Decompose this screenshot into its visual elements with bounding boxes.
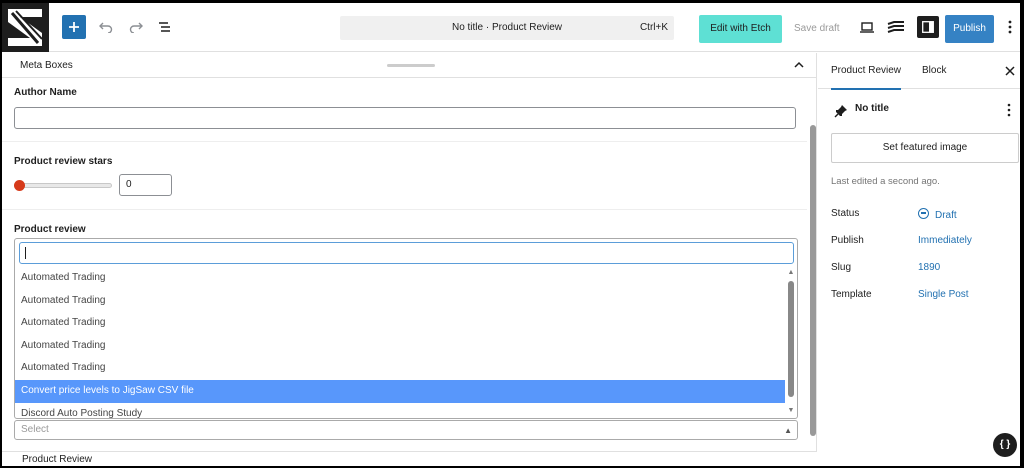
more-vertical-icon: [1008, 20, 1012, 34]
redo-button[interactable]: [126, 17, 146, 37]
author-name-label: Author Name: [14, 87, 77, 98]
close-icon[interactable]: [1004, 65, 1016, 77]
dropdown-search-input[interactable]: [19, 242, 794, 264]
post-title: No title: [855, 103, 889, 114]
undo-button[interactable]: [96, 17, 116, 37]
product-review-select[interactable]: Select ▲: [14, 420, 798, 440]
dropdown-option[interactable]: Discord Auto Posting Study: [15, 403, 785, 418]
select-placeholder: Select: [21, 424, 49, 435]
dropdown-option-highlighted[interactable]: Convert price levels to JigSaw CSV file: [15, 379, 785, 403]
breadcrumb-label[interactable]: Product Review: [22, 452, 92, 466]
status-label: Status: [831, 208, 860, 219]
draft-status-icon: [918, 208, 929, 219]
etch-plugin-button[interactable]: [886, 17, 906, 37]
resize-handle[interactable]: [387, 64, 435, 67]
bottom-breadcrumb-bar: Product Review: [2, 451, 817, 466]
stars-label: Product review stars: [14, 156, 113, 167]
text-caret: [25, 247, 26, 259]
editor-window: No title · Product Review Ctrl+K Edit wi…: [2, 3, 1020, 466]
code-editor-button[interactable]: { }: [993, 433, 1017, 457]
settings-sidebar-toggle[interactable]: [917, 16, 939, 38]
list-view-icon: [159, 22, 170, 32]
chevron-up-icon[interactable]: [792, 58, 806, 72]
document-overview-button[interactable]: [155, 17, 175, 37]
divider: [2, 141, 807, 142]
product-review-dropdown: Automated Trading Automated Trading Auto…: [14, 238, 798, 419]
options-menu-button[interactable]: [1004, 17, 1016, 37]
more-vertical-icon[interactable]: [1004, 102, 1014, 118]
dropdown-option[interactable]: Automated Trading: [15, 312, 785, 335]
site-logo-icon[interactable]: [2, 3, 49, 52]
tab-product-review[interactable]: Product Review: [831, 53, 902, 90]
template-value[interactable]: Single Post: [918, 289, 969, 300]
publish-button[interactable]: Publish: [945, 15, 994, 43]
add-block-button[interactable]: [62, 15, 86, 39]
main-scrollbar[interactable]: [810, 125, 816, 436]
editor-toolbar: No title · Product Review Ctrl+K Edit wi…: [2, 3, 1020, 52]
redo-icon: [129, 22, 143, 33]
chevron-up-down-icon: ▲: [784, 426, 792, 435]
dropdown-option[interactable]: Automated Trading: [15, 335, 785, 358]
meta-boxes-title: Meta Boxes: [20, 60, 73, 71]
product-review-label: Product review: [14, 224, 86, 235]
etch-logo-icon: [887, 21, 904, 33]
dropdown-options: Automated Trading Automated Trading Auto…: [15, 267, 785, 418]
dropdown-scrollbar[interactable]: [788, 281, 794, 397]
tab-block[interactable]: Block: [922, 53, 946, 89]
divider: [2, 209, 807, 210]
stars-number-input[interactable]: 0: [119, 174, 172, 196]
command-bar-shortcut: Ctrl+K: [639, 22, 668, 33]
stars-slider-thumb[interactable]: [14, 180, 25, 191]
post-summary: No title: [818, 90, 1020, 130]
status-value[interactable]: Draft: [918, 208, 957, 221]
plus-icon: [69, 22, 79, 32]
publish-label: Publish: [831, 235, 864, 246]
settings-sidebar: Product Review Block No title Set featur…: [818, 53, 1020, 466]
slug-label: Slug: [831, 262, 852, 273]
dropdown-scroll-down-icon[interactable]: ▼: [786, 407, 796, 415]
set-featured-image-button[interactable]: Set featured image: [831, 133, 1019, 163]
pin-icon: [834, 105, 847, 118]
sidebar-tabs: Product Review Block: [818, 53, 1020, 90]
author-name-input[interactable]: [14, 107, 796, 129]
command-palette-bar[interactable]: No title · Product Review Ctrl+K: [340, 16, 674, 40]
dropdown-option[interactable]: Automated Trading: [15, 290, 785, 313]
save-draft-button[interactable]: Save draft: [794, 15, 840, 43]
last-edited-text: Last edited a second ago.: [831, 176, 940, 187]
stars-slider-track[interactable]: [20, 183, 112, 188]
desktop-icon: [860, 21, 874, 33]
view-button[interactable]: [857, 17, 877, 37]
command-bar-title: No title · Product Review: [451, 22, 563, 33]
template-label: Template: [831, 289, 872, 300]
slug-value[interactable]: 1890: [918, 262, 940, 273]
status-value-text: Draft: [935, 210, 957, 221]
meta-boxes-header: Meta Boxes: [2, 53, 817, 78]
sidebar-toggle-icon: [922, 21, 934, 33]
edit-with-etch-button[interactable]: Edit with Etch: [699, 15, 782, 43]
dropdown-option[interactable]: Automated Trading: [15, 357, 785, 380]
dropdown-option[interactable]: Automated Trading: [15, 267, 785, 290]
meta-boxes-panel: Meta Boxes Author Name Product review st…: [2, 53, 817, 466]
dropdown-scroll-up-icon[interactable]: ▲: [786, 269, 796, 277]
undo-icon: [99, 22, 113, 33]
publish-value[interactable]: Immediately: [918, 235, 972, 246]
